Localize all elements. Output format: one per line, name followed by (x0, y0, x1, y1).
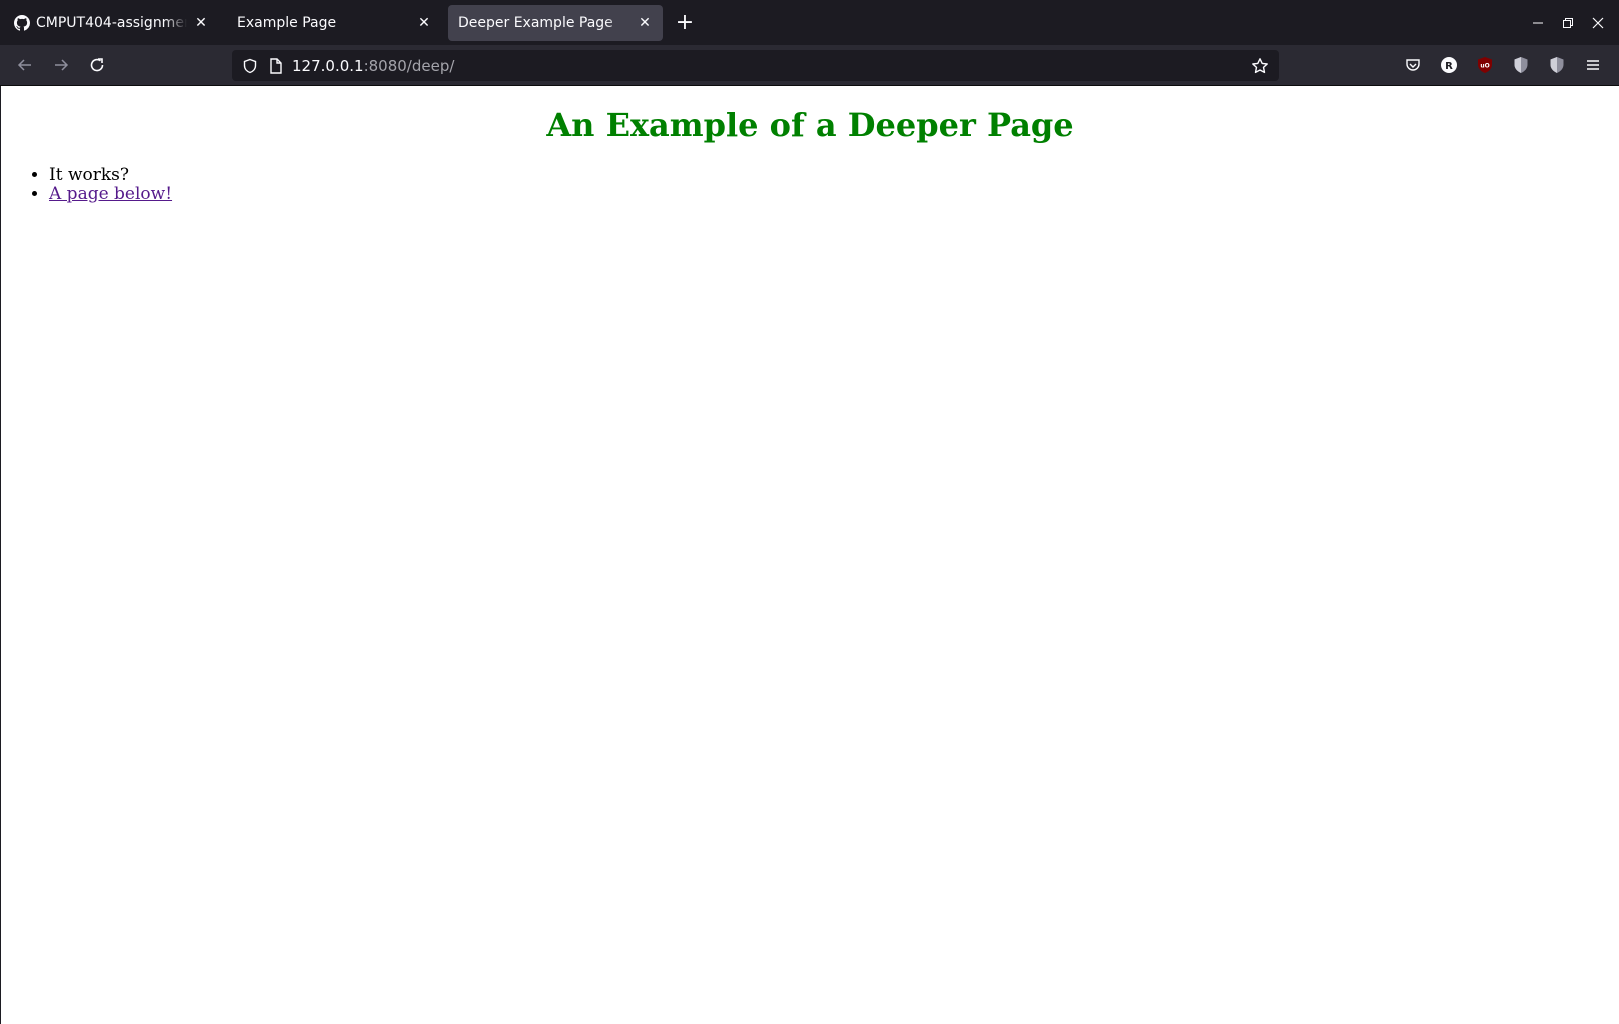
forward-button[interactable] (44, 49, 78, 81)
new-tab-button[interactable]: + (669, 7, 701, 39)
shield-extension-icon[interactable] (1503, 49, 1539, 81)
svg-text:uO: uO (1480, 63, 1489, 70)
tab-strip: CMPUT404-assignment-w ✕ Example Page ✕ D… (0, 0, 1619, 45)
navigation-toolbar: 127.0.0.1:8080/deep/ R uO (0, 45, 1619, 86)
bookmark-star-icon[interactable] (1249, 55, 1271, 77)
arrow-right-icon (55, 59, 69, 71)
close-tab-icon[interactable]: ✕ (193, 15, 209, 31)
close-tab-icon[interactable]: ✕ (637, 15, 653, 31)
r-extension-icon[interactable]: R (1431, 49, 1467, 81)
content-list: It works? A page below! (9, 166, 172, 204)
reload-icon (90, 58, 104, 72)
tab-example-page[interactable]: Example Page ✕ (227, 5, 442, 41)
arrow-left-icon (17, 59, 31, 71)
list-item: A page below! (49, 185, 172, 204)
url-host: 127.0.0.1 (292, 56, 364, 75)
list-item: It works? (49, 166, 172, 185)
browser-window: CMPUT404-assignment-w ✕ Example Page ✕ D… (0, 0, 1619, 1024)
github-icon (14, 14, 30, 31)
tab-deeper-example-page[interactable]: Deeper Example Page ✕ (448, 4, 663, 41)
close-tab-icon[interactable]: ✕ (416, 15, 432, 31)
minimize-icon[interactable] (1523, 8, 1553, 38)
back-button[interactable] (8, 49, 42, 81)
tab-title: CMPUT404-assignment-w (36, 14, 187, 31)
tab-cmput404[interactable]: CMPUT404-assignment-w ✕ (4, 5, 219, 41)
tab-title: Deeper Example Page (458, 14, 613, 31)
page-below-link[interactable]: A page below! (49, 184, 172, 204)
window-controls (1523, 0, 1619, 45)
restore-icon[interactable] (1553, 8, 1583, 38)
page-icon[interactable] (266, 56, 286, 76)
svg-text:R: R (1445, 61, 1453, 72)
url-text[interactable]: 127.0.0.1:8080/deep/ (292, 57, 1249, 75)
list-item-text: It works? (49, 165, 130, 185)
shield-extension-icon-2[interactable] (1539, 49, 1575, 81)
page-content: An Example of a Deeper Page It works? A … (1, 86, 1619, 1024)
close-window-icon[interactable] (1583, 8, 1613, 38)
pocket-icon[interactable] (1395, 49, 1431, 81)
ublock-icon[interactable]: uO (1467, 49, 1503, 81)
reload-button[interactable] (80, 49, 114, 81)
url-path: :8080/deep/ (363, 56, 455, 75)
toolbar-extensions: R uO (1395, 45, 1611, 85)
url-bar[interactable]: 127.0.0.1:8080/deep/ (232, 50, 1279, 81)
hamburger-menu-icon[interactable] (1575, 49, 1611, 81)
page-heading: An Example of a Deeper Page (546, 106, 1074, 144)
shield-icon[interactable] (240, 56, 260, 76)
tab-title: Example Page (237, 14, 337, 31)
